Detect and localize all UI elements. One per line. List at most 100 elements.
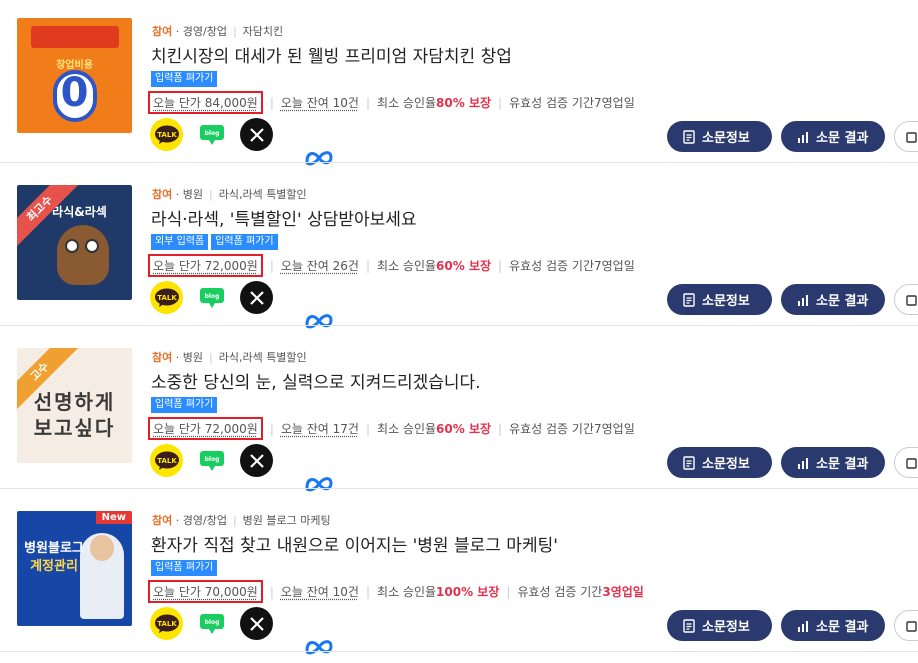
card-meta: 참여 · 경영/창업 | 병원 블로그 마케팅 bbox=[152, 514, 331, 527]
price-text: 오늘 단가 72,000원 bbox=[153, 259, 258, 273]
result-button[interactable]: 소문 결과 bbox=[781, 610, 885, 641]
card-actions: 소문정보 소문 결과 bbox=[667, 284, 918, 315]
svg-text:blog: blog bbox=[204, 130, 219, 137]
campaign-card: 병원블로그 계정관리 New 참여 · 경영/창업 | 병원 블로그 마케팅 환자가… bbox=[0, 489, 918, 654]
validity-label: 유효성 검증 기간 bbox=[517, 585, 603, 599]
card-meta: 참여 · 병원 | 라식,라섹 특별할인 bbox=[152, 351, 307, 364]
approval-label: 최소 승인율 bbox=[377, 259, 437, 273]
tag-list: 입력폼 펴가기 bbox=[151, 560, 218, 576]
card-meta: 참여 · 병원 | 라식,라섹 특별할인 bbox=[152, 188, 307, 201]
thumb-subtext: 창업비용 bbox=[56, 60, 93, 71]
naver-blog-icon[interactable]: blog bbox=[195, 118, 228, 151]
campaign-thumbnail[interactable]: 라식&라섹 최고수 bbox=[17, 185, 132, 300]
kakaotalk-icon[interactable]: TALK bbox=[150, 118, 183, 151]
kakaotalk-icon[interactable]: TALK bbox=[150, 444, 183, 477]
card-stats: 오늘 단가 84,000원 | 오늘 잔여 10건 | 최소 승인율 80% 보… bbox=[148, 91, 635, 114]
share-button[interactable] bbox=[894, 447, 918, 478]
subcategory-label: 라식,라섹 특별할인 bbox=[218, 351, 307, 364]
result-button-label: 소문 결과 bbox=[816, 131, 869, 146]
svg-text:blog: blog bbox=[204, 456, 219, 463]
share-buttons: TALK blog bbox=[150, 607, 333, 654]
info-button-label: 소문정보 bbox=[702, 131, 750, 146]
card-stats: 오늘 단가 70,000원 | 오늘 잔여 10건 | 최소 승인율 100% … bbox=[148, 580, 644, 603]
price-highlight: 오늘 단가 72,000원 bbox=[148, 254, 263, 277]
result-button[interactable]: 소문 결과 bbox=[781, 447, 885, 478]
join-label[interactable]: 참여 bbox=[152, 351, 172, 364]
info-button[interactable]: 소문정보 bbox=[667, 284, 772, 315]
share-buttons: TALK blog bbox=[150, 118, 333, 165]
tag-list: 외부 입력폼 입력폼 펴가기 bbox=[151, 234, 278, 250]
share-button[interactable] bbox=[894, 284, 918, 315]
bar-chart-icon bbox=[798, 620, 808, 632]
price-text: 오늘 단가 72,000원 bbox=[153, 422, 258, 436]
tag-external-form: 외부 입력폼 bbox=[151, 234, 209, 250]
remaining-text: 오늘 잔여 10건 bbox=[280, 96, 359, 110]
card-title[interactable]: 소중한 당신의 눈, 실력으로 지켜드리겠습니다. bbox=[151, 368, 481, 393]
category-label: 병원 bbox=[182, 188, 203, 201]
document-icon bbox=[683, 618, 695, 633]
campaign-thumbnail[interactable]: 창업비용 0 bbox=[17, 18, 132, 133]
result-button-label: 소문 결과 bbox=[816, 620, 869, 635]
validity-label: 유효성 검증 기간 bbox=[509, 96, 594, 110]
divider bbox=[0, 651, 918, 652]
info-button[interactable]: 소문정보 bbox=[667, 447, 772, 478]
tag-form: 입력폼 펴가기 bbox=[211, 234, 278, 250]
svg-text:blog: blog bbox=[204, 293, 219, 300]
card-title[interactable]: 라식·라섹, '특별할인' 상담받아보세요 bbox=[151, 205, 417, 230]
card-actions: 소문정보 소문 결과 bbox=[667, 121, 918, 152]
share-button[interactable] bbox=[894, 610, 918, 641]
svg-text:TALK: TALK bbox=[157, 131, 177, 139]
kakaotalk-icon[interactable]: TALK bbox=[150, 607, 183, 640]
category-label: 병원 bbox=[182, 351, 203, 364]
validity-value: 3영업일 bbox=[602, 585, 644, 599]
remaining-text: 오늘 잔여 10건 bbox=[280, 585, 359, 599]
campaign-thumbnail[interactable]: 선명하게 보고싶다 고수 bbox=[17, 348, 132, 463]
bar-chart-icon bbox=[798, 294, 808, 306]
validity-label: 유효성 검증 기간 bbox=[509, 422, 594, 436]
thumb-line1: 병원블로그 bbox=[24, 541, 84, 556]
subcategory-label: 자담치킨 bbox=[242, 25, 284, 38]
kakaotalk-icon[interactable]: TALK bbox=[150, 281, 183, 314]
x-icon[interactable] bbox=[240, 118, 273, 151]
info-button[interactable]: 소문정보 bbox=[667, 121, 772, 152]
info-button-label: 소문정보 bbox=[702, 620, 750, 635]
join-label[interactable]: 참여 bbox=[152, 188, 172, 201]
result-button-label: 소문 결과 bbox=[816, 457, 869, 472]
category-label: 경영/창업 bbox=[182, 25, 227, 38]
price-text: 오늘 단가 70,000원 bbox=[153, 585, 258, 599]
thumb-line2: 계정관리 bbox=[30, 559, 78, 574]
price-highlight: 오늘 단가 70,000원 bbox=[148, 580, 263, 603]
meta-icon[interactable] bbox=[302, 630, 335, 663]
approval-label: 최소 승인율 bbox=[377, 96, 437, 110]
validity-value: 7영업일 bbox=[594, 422, 635, 436]
naver-blog-icon[interactable]: blog bbox=[195, 607, 228, 640]
join-label[interactable]: 참여 bbox=[152, 514, 172, 527]
share-button[interactable] bbox=[894, 121, 918, 152]
card-title[interactable]: 치킨시장의 대세가 된 웰빙 프리미엄 자담치킨 창업 bbox=[151, 42, 512, 67]
tag-form: 입력폼 펴가기 bbox=[151, 71, 218, 87]
naver-blog-icon[interactable]: blog bbox=[195, 444, 228, 477]
share-icon bbox=[906, 620, 917, 632]
join-label[interactable]: 참여 bbox=[152, 25, 172, 38]
x-icon[interactable] bbox=[240, 444, 273, 477]
x-icon[interactable] bbox=[240, 281, 273, 314]
card-title[interactable]: 환자가 직접 찾고 내원으로 이어지는 '병원 블로그 마케팅' bbox=[151, 531, 558, 556]
campaign-thumbnail[interactable]: 병원블로그 계정관리 New bbox=[17, 511, 132, 626]
result-button[interactable]: 소문 결과 bbox=[781, 284, 885, 315]
x-icon[interactable] bbox=[240, 607, 273, 640]
new-badge: New bbox=[95, 511, 132, 524]
card-stats: 오늘 단가 72,000원 | 오늘 잔여 26건 | 최소 승인율 60% 보… bbox=[148, 254, 635, 277]
info-button[interactable]: 소문정보 bbox=[667, 610, 772, 641]
approval-value: 100% 보장 bbox=[436, 585, 500, 599]
document-icon bbox=[683, 455, 695, 470]
naver-blog-icon[interactable]: blog bbox=[195, 281, 228, 314]
result-button[interactable]: 소문 결과 bbox=[781, 121, 885, 152]
thumb-main-text: 0 bbox=[60, 70, 89, 116]
price-highlight: 오늘 단가 84,000원 bbox=[148, 91, 263, 114]
thumb-line2: 보고싶다 bbox=[33, 416, 116, 440]
approval-value: 60% 보장 bbox=[436, 259, 492, 273]
bar-chart-icon bbox=[798, 131, 808, 143]
bar-chart-icon bbox=[798, 457, 808, 469]
approval-label: 최소 승인율 bbox=[377, 422, 437, 436]
tag-form: 입력폼 펴가기 bbox=[151, 397, 218, 413]
